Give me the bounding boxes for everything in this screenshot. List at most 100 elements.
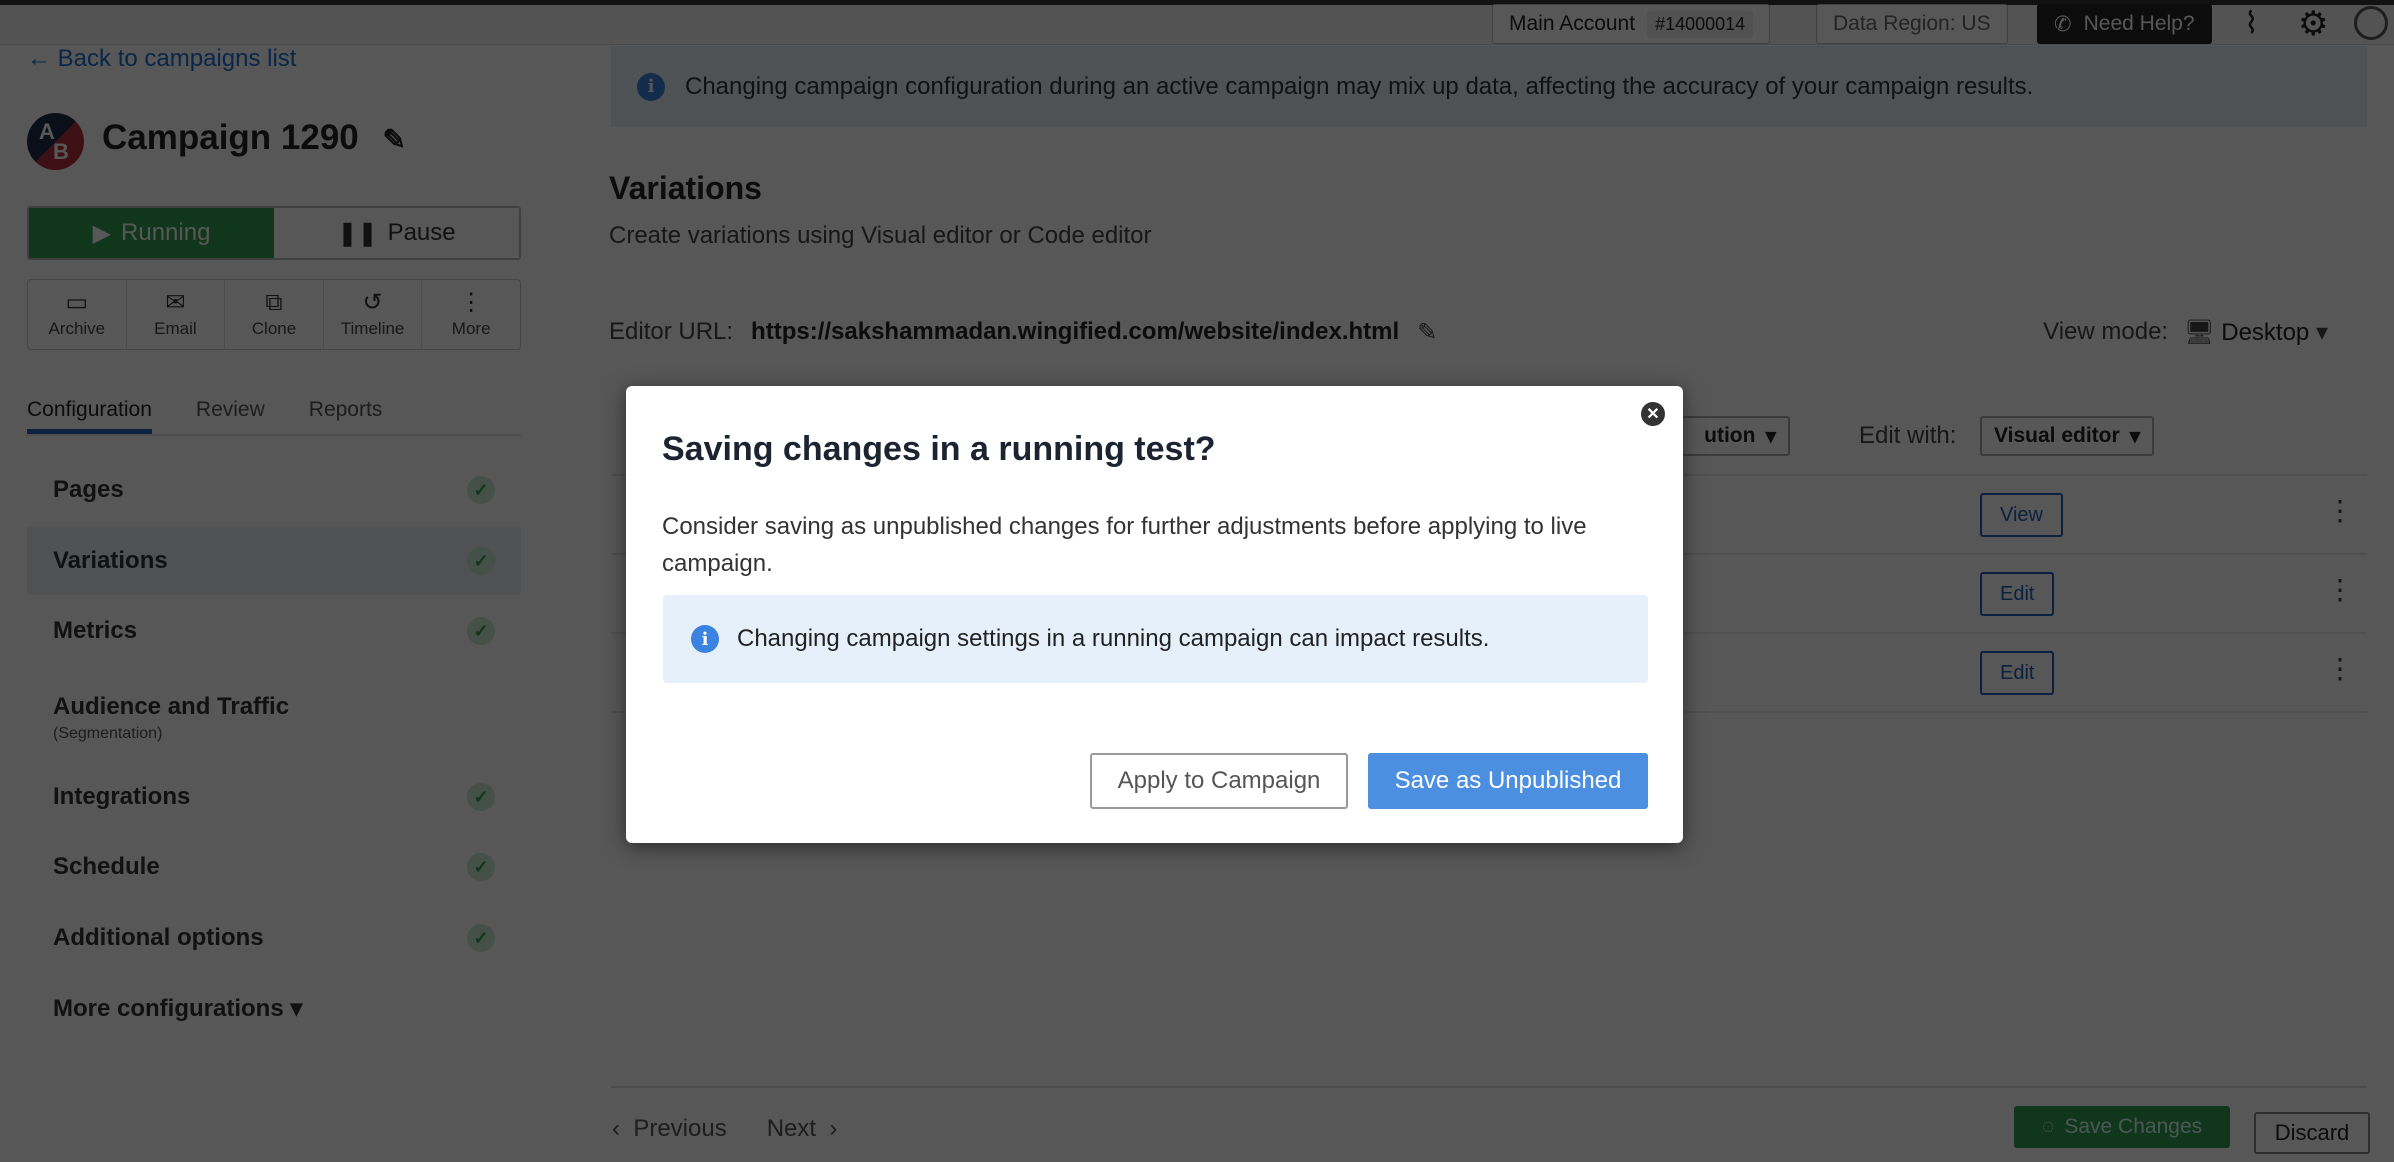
campaign-title: Campaign 1290 ✎ [102,118,406,157]
back-link[interactable]: ← Back to campaigns list [27,45,296,73]
next-button[interactable]: Next › [767,1115,838,1143]
editor-url-label: Editor URL: [609,318,734,345]
edit-button[interactable]: Edit [1980,572,2055,616]
need-help-button[interactable]: ✆ Need Help? [2037,4,2212,44]
gear-icon[interactable]: ⚙ [2298,4,2328,44]
editor-url: Editor URL: https://sakshammadan.wingifie… [609,318,1437,347]
discard-button[interactable]: Discard [2254,1112,2370,1154]
save-changes-button[interactable]: ◌ Save Changes [2014,1106,2230,1148]
more-vertical-icon[interactable]: ⋮ [2326,494,2354,527]
pause-label: Pause [387,219,456,246]
modal-title: Saving changes in a running test? [662,430,1216,468]
tab-review[interactable]: Review [196,398,265,434]
modal-body: Consider saving as unpublished changes f… [662,513,1587,577]
archive-label: Archive [48,318,106,338]
archive-button[interactable]: ▭ Archive [28,280,127,349]
phone-icon: ✆ [2054,12,2072,36]
sidebar-tabs: Configuration Review Reports [27,398,521,436]
item-label: Audience and Traffic (Segmentation) [53,693,290,742]
item-label: Schedule [53,853,160,880]
email-label: Email [154,318,197,338]
edit-with-select[interactable]: Visual editor ▾ [1980,416,2155,456]
edit-pencil-icon[interactable]: ✎ [383,124,406,155]
item-label: Integrations [53,783,191,810]
chevron-down-icon: ▾ [1765,424,1776,448]
activity-icon[interactable]: ⌇ [2244,6,2259,41]
sidebar-item-schedule[interactable]: Schedule ✓ [27,833,521,901]
play-icon: ▶ [92,219,112,247]
more-label: More [451,318,491,338]
sidebar-item-pages[interactable]: Pages ✓ [27,456,521,524]
more-vertical-icon[interactable]: ⋮ [2326,573,2354,606]
clone-label: Clone [251,318,297,338]
footer-divider [611,1086,2367,1088]
section-title: Variations [609,170,762,206]
status-toggle: ▶ Running ❚❚ Pause [27,206,521,260]
view-mode-dropdown[interactable]: 🖥 Desktop ▾ [2184,318,2328,347]
modal-info-box: i Changing campaign settings in a running… [663,595,1648,683]
help-label: Need Help? [2083,12,2195,35]
running-button[interactable]: ▶ Running [29,208,274,258]
editor-url-value: https://sakshammadan.wingified.com/websi… [751,318,1400,345]
view-mode: View mode: 🖥 Desktop ▾ [2043,318,2328,347]
item-label: Variations [53,547,168,574]
pause-button[interactable]: ❚❚ Pause [274,208,519,258]
more-button[interactable]: ⋮ More [422,280,520,349]
account-id: #14000014 [1647,10,1754,38]
account-label: Main Account [1509,12,1636,35]
item-label: Additional options [53,924,264,951]
apply-to-campaign-button[interactable]: Apply to Campaign [1090,753,1348,809]
banner-text: Changing campaign configuration during a… [685,72,2034,100]
check-icon: ✓ [467,924,495,952]
data-region[interactable]: Data Region: US [1816,4,2008,44]
check-icon: ✓ [467,476,495,504]
timeline-button[interactable]: ↺ Timeline [324,280,423,349]
sidebar-item-additional-options[interactable]: Additional options ✓ [27,904,521,972]
more-vertical-icon[interactable]: ⋮ [2326,652,2354,685]
clone-button[interactable]: ⧉ Clone [225,280,324,349]
view-mode-label: View mode: [2043,318,2169,345]
sidebar-item-audience[interactable]: Audience and Traffic (Segmentation) [27,680,521,756]
app-header [0,5,2394,45]
user-avatar-icon[interactable] [2354,6,2388,40]
more-vertical-icon: ⋮ [459,288,484,316]
email-icon: ✉ [165,288,186,316]
pause-icon: ❚❚ [337,219,378,247]
tab-configuration[interactable]: Configuration [27,398,152,434]
sidebar-item-integrations[interactable]: Integrations ✓ [27,763,521,831]
item-sublabel: (Segmentation) [53,725,163,742]
edit-button[interactable]: Edit [1980,651,2055,695]
desktop-icon: 🖥 [2184,319,2215,346]
check-icon: ✓ [467,547,495,575]
sidebar-item-more-configurations[interactable]: More configurations ▾ [27,974,521,1042]
edit-with-value: Visual editor [1994,424,2120,447]
clone-icon: ⧉ [265,288,283,316]
distribution-value: ution [1704,424,1756,447]
item-label: Metrics [53,617,138,644]
sidebar-item-metrics[interactable]: Metrics ✓ [27,597,521,665]
check-icon: ✓ [467,617,495,645]
save-changes-label: Save Changes [2064,1115,2203,1138]
tab-reports[interactable]: Reports [309,398,383,434]
warning-banner: i Changing campaign configuration during … [611,46,2367,127]
previous-button[interactable]: ‹ Previous [612,1115,727,1143]
item-label: More configurations ▾ [53,994,303,1022]
save-as-unpublished-button[interactable]: Save as Unpublished [1368,753,1648,809]
modal-info-text: Changing campaign settings in a running … [737,625,1490,652]
sidebar-item-variations[interactable]: Variations ✓ [27,527,521,595]
email-button[interactable]: ✉ Email [127,280,226,349]
account-switcher[interactable]: Main Account #14000014 [1492,4,1771,44]
running-label: Running [121,219,211,246]
view-mode-value: Desktop [2221,319,2310,346]
close-icon[interactable]: ✕ [1641,402,1665,426]
view-button[interactable]: View [1980,493,2063,537]
back-link-label: Back to campaigns list [57,45,297,72]
spinner-icon: ◌ [2041,1115,2055,1138]
section-subtitle: Create variations using Visual editor or… [609,222,1152,249]
campaign-type-avatar: AB [27,113,84,170]
history-icon: ↺ [362,288,383,316]
edit-url-pencil-icon[interactable]: ✎ [1417,318,1437,347]
item-label: Pages [53,476,124,503]
edit-with-label: Edit with: [1859,422,1957,449]
check-icon: ✓ [467,853,495,881]
